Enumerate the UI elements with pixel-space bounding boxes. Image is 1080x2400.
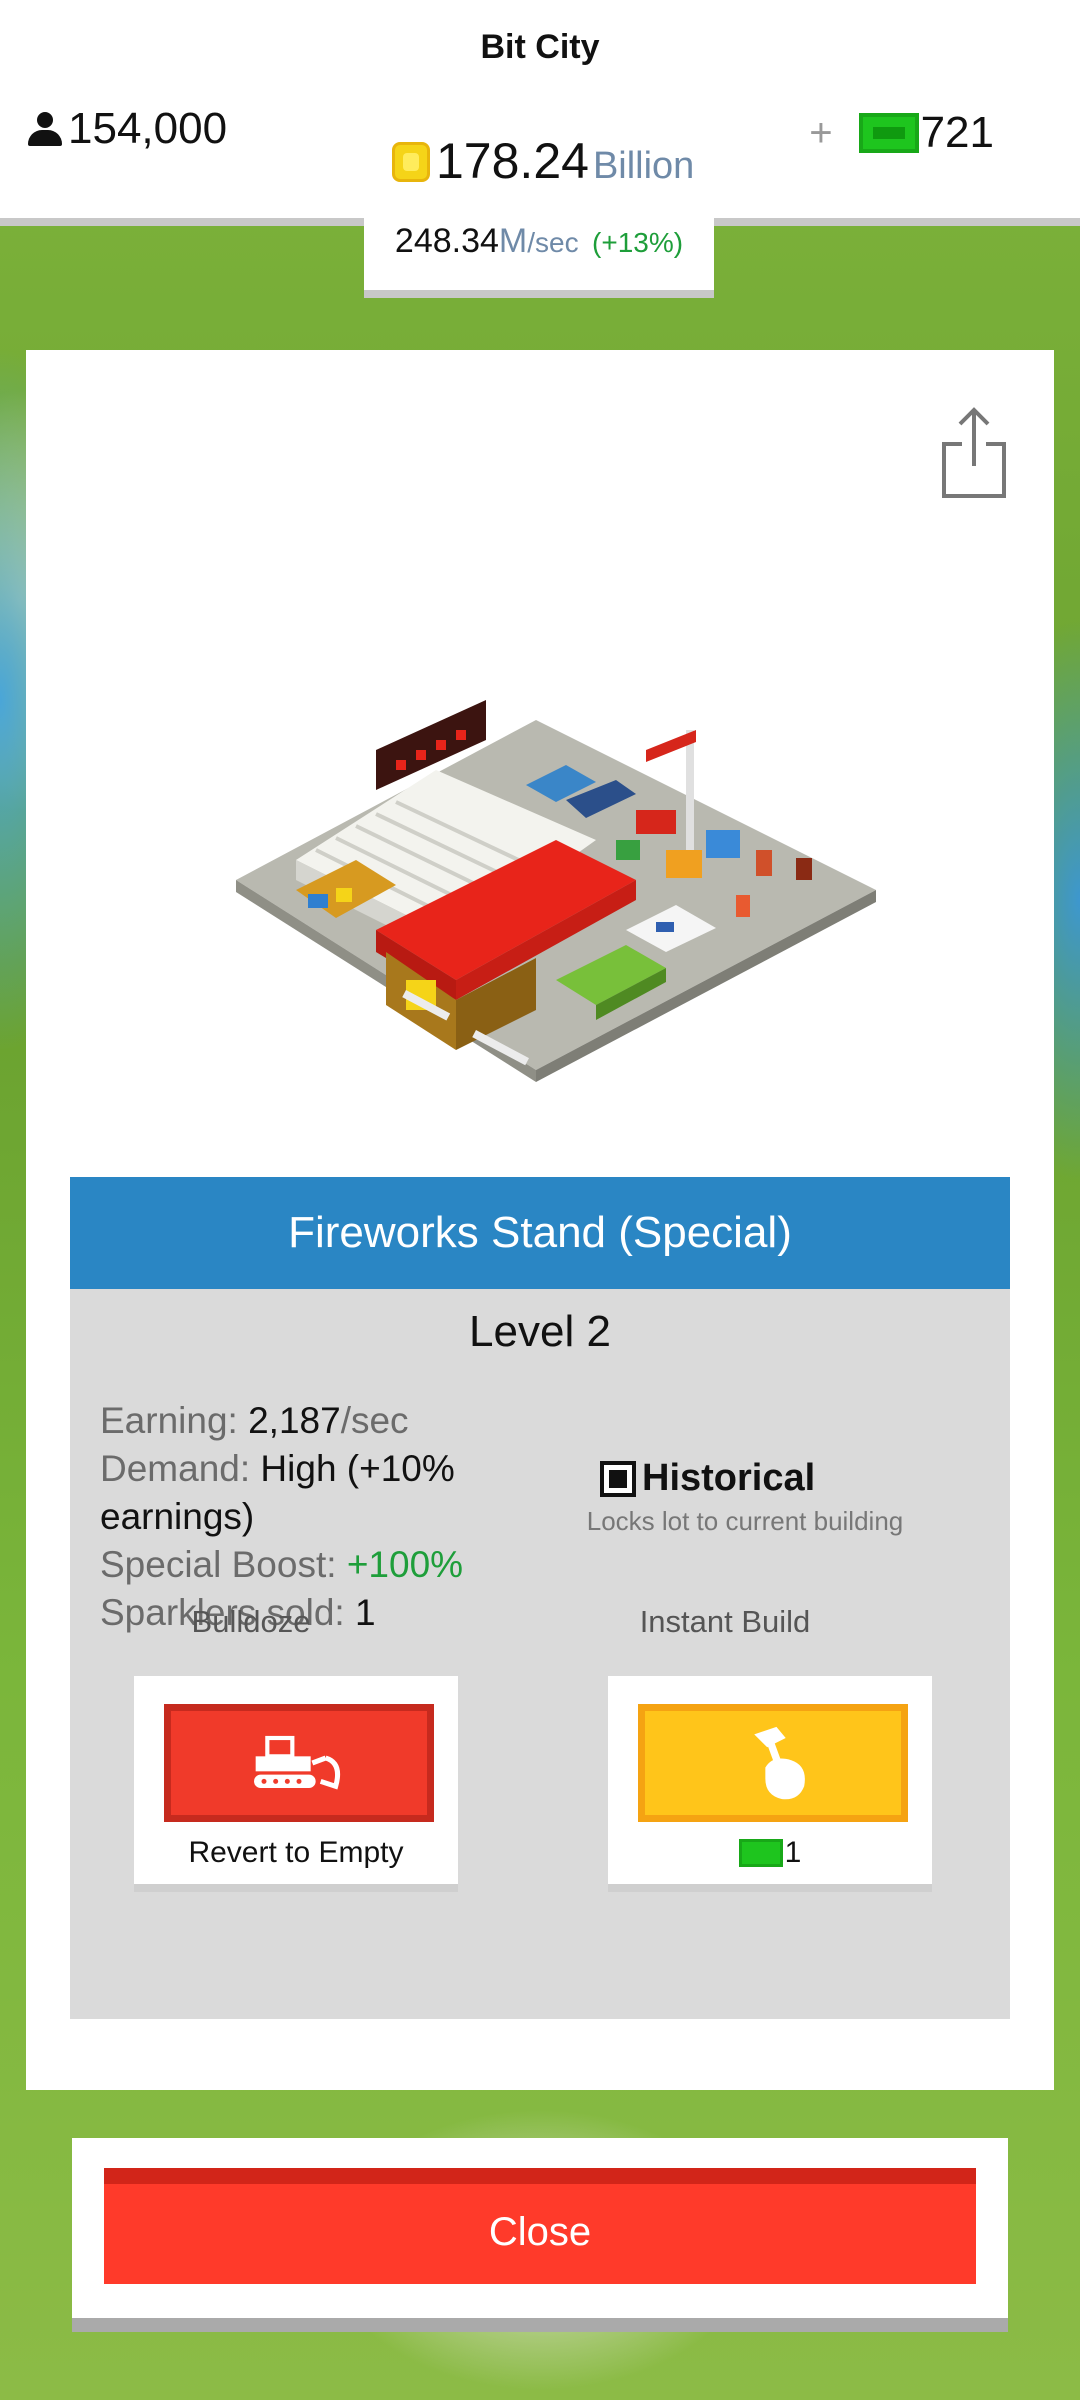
special-boost-value: +100%	[346, 1544, 464, 1585]
building-title: Fireworks Stand (Special)	[70, 1177, 1010, 1289]
special-boost-row: Special Boost: +100%	[100, 1541, 500, 1589]
money-value: 178.24	[436, 133, 589, 189]
special-boost-label: Special Boost:	[100, 1544, 337, 1585]
rate-change: (+13%)	[592, 227, 684, 258]
rate-value: 248.34	[394, 222, 499, 260]
close-container: Close	[72, 2138, 1008, 2332]
income-rate-box: 248.34M/sec (+13%)	[364, 218, 714, 298]
instant-build-label: Instant Build	[639, 1604, 811, 1639]
cash-counter: + 721	[809, 108, 994, 158]
cash-bill-icon	[738, 1839, 783, 1867]
bulldoze-card: Revert to Empty	[134, 1676, 458, 1892]
bulldoze-button[interactable]	[164, 1704, 434, 1822]
person-icon	[28, 112, 62, 146]
bulldoze-caption: Revert to Empty	[188, 1836, 404, 1869]
instant-build-cost-value: 1	[784, 1836, 802, 1869]
cash-bill-icon	[858, 113, 919, 153]
bulldoze-label: Bulldoze	[191, 1604, 311, 1639]
demand-label: Demand:	[100, 1448, 251, 1489]
buy-cash-button[interactable]: +	[809, 111, 832, 156]
top-bar: Bit City 154,000 178.24 Billion + 721	[0, 0, 1080, 226]
population-counter: 154,000	[28, 104, 227, 154]
hammer-hand-icon	[754, 1726, 805, 1800]
population-value: 154,000	[68, 104, 228, 153]
instant-build-button[interactable]	[638, 1704, 908, 1822]
building-level: Level 2	[469, 1307, 611, 1356]
share-icon[interactable]	[938, 404, 1010, 500]
demand-row: Demand: High (+10% earnings)	[100, 1445, 500, 1541]
bulldozer-icon	[254, 1735, 341, 1790]
cash-value: 721	[920, 108, 994, 157]
instant-build-cost: 1	[608, 1836, 932, 1870]
building-details-panel: Level 2 Earning: 2,187/sec Demand: High …	[70, 1289, 1010, 2019]
instant-build-card: 1	[608, 1676, 932, 1892]
historical-description: Locks lot to current building	[586, 1506, 904, 1536]
building-image	[236, 700, 876, 1082]
rate-per: /sec	[527, 227, 579, 258]
rate-unit: M	[498, 222, 528, 260]
earning-label: Earning:	[100, 1400, 238, 1441]
historical-label: Historical	[642, 1457, 816, 1499]
coin-icon	[392, 142, 430, 182]
historical-toggle[interactable]: Historical Locks lot to current building	[580, 1457, 910, 1537]
money-unit: Billion	[592, 145, 695, 187]
earning-unit: /sec	[340, 1400, 409, 1441]
checkbox-icon[interactable]	[600, 1460, 636, 1497]
money-counter: 178.24 Billion	[392, 132, 694, 190]
earning-value: 2,187	[248, 1400, 341, 1441]
building-stats: Earning: 2,187/sec Demand: High (+10% ea…	[100, 1397, 500, 1637]
earning-row: Earning: 2,187/sec	[100, 1397, 500, 1445]
app-title: Bit City	[480, 28, 600, 66]
close-button[interactable]: Close	[104, 2168, 976, 2284]
building-info-card: Fireworks Stand (Special) Level 2 Earnin…	[26, 350, 1054, 2090]
